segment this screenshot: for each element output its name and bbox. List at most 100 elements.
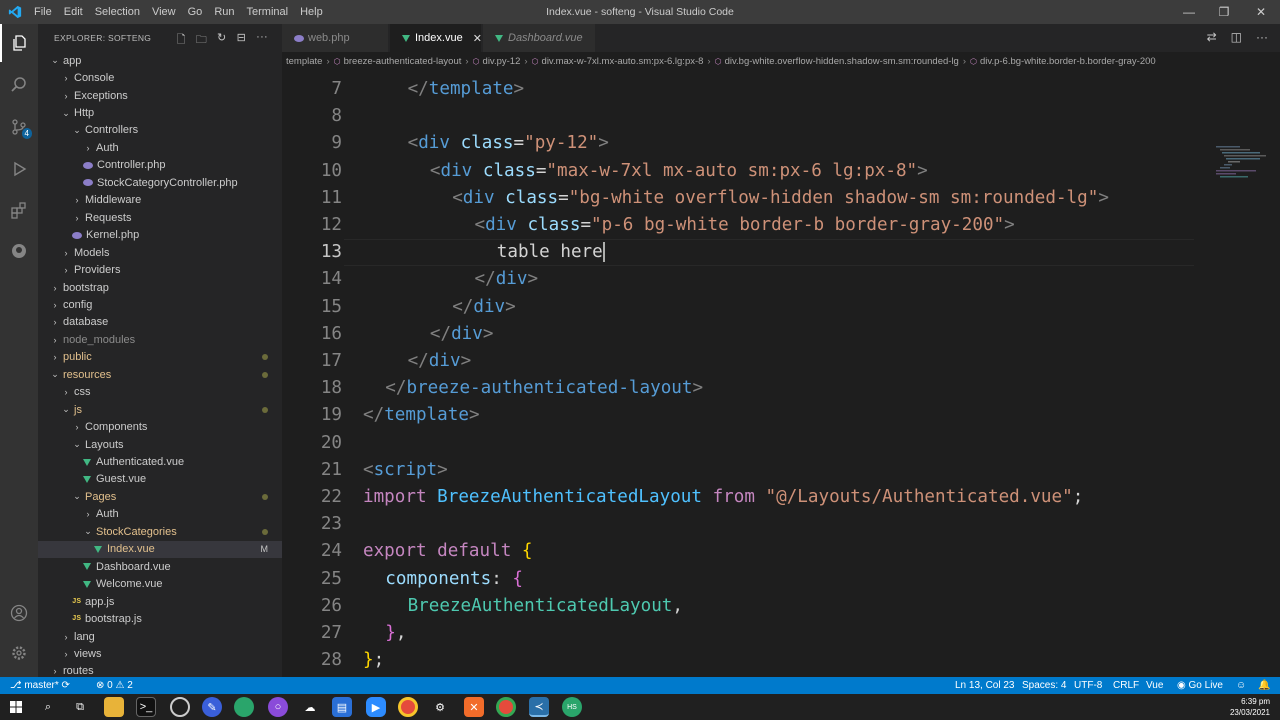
tree-item[interactable]: JS app.js xyxy=(38,593,282,610)
maximize-button[interactable]: ❐ xyxy=(1207,0,1241,24)
settings-gear-icon[interactable] xyxy=(0,634,38,672)
tree-item[interactable]: › css xyxy=(38,384,282,401)
source-control-icon[interactable]: 4 xyxy=(0,108,38,146)
open-changes-icon[interactable]: ⇄ xyxy=(1207,30,1217,44)
tree-item[interactable]: › Providers xyxy=(38,261,282,278)
breadcrumb-item[interactable]: breeze-authenticated-layout xyxy=(344,56,462,67)
account-icon[interactable] xyxy=(0,594,38,632)
close-window-button[interactable]: ✕ xyxy=(1244,0,1278,24)
app-icon[interactable]: ○ xyxy=(268,697,288,717)
tree-item[interactable]: › bootstrap xyxy=(38,279,282,296)
explorer-icon[interactable] xyxy=(0,24,38,62)
menu-file[interactable]: File xyxy=(28,6,58,18)
encoding[interactable]: UTF-8 xyxy=(1074,677,1102,694)
tree-item[interactable]: › Models xyxy=(38,244,282,261)
breadcrumb-item[interactable]: div.max-w-7xl.mx-auto.sm:px-6.lg:px-8 xyxy=(542,56,704,67)
new-folder-icon[interactable]: 🗀 xyxy=(196,31,207,50)
tree-item[interactable]: ⌄ resources xyxy=(38,366,282,383)
menu-edit[interactable]: Edit xyxy=(58,6,89,18)
tab-dashboard-vue[interactable]: Dashboard.vue xyxy=(483,24,595,52)
vscode-taskbar-icon[interactable]: ≺ xyxy=(529,697,549,717)
menu-selection[interactable]: Selection xyxy=(89,6,146,18)
system-clock[interactable]: 6:39 pm 23/03/2021 xyxy=(1230,696,1270,718)
menu-terminal[interactable]: Terminal xyxy=(241,6,295,18)
tree-item[interactable]: › routes xyxy=(38,663,282,677)
tree-item[interactable]: Controller.php xyxy=(38,157,282,174)
windows-start-icon[interactable] xyxy=(6,697,26,717)
more-actions-icon[interactable]: ··· xyxy=(1256,30,1268,44)
tree-item[interactable]: ⌄ js xyxy=(38,401,282,418)
gitkraken-icon[interactable] xyxy=(234,697,254,717)
github-desktop-icon[interactable] xyxy=(170,697,190,717)
chrome-icon[interactable] xyxy=(398,697,418,717)
refresh-icon[interactable]: ↻ xyxy=(217,31,227,50)
tree-item[interactable]: › Middleware xyxy=(38,192,282,209)
tree-item[interactable]: › lang xyxy=(38,628,282,645)
tree-item[interactable]: › Requests xyxy=(38,209,282,226)
tree-item[interactable]: ⌄ Controllers xyxy=(38,122,282,139)
app-icon[interactable]: ⚙ xyxy=(430,697,450,717)
app-icon[interactable]: ☁ xyxy=(300,697,320,717)
menu-go[interactable]: Go xyxy=(182,6,209,18)
tree-item[interactable]: ⌄ Http xyxy=(38,104,282,121)
tree-item[interactable]: ⌄ Pages xyxy=(38,488,282,505)
more-actions-icon[interactable]: ··· xyxy=(256,31,268,50)
terminal-icon[interactable]: >_ xyxy=(136,697,156,717)
tree-item[interactable]: ⌄ Layouts xyxy=(38,436,282,453)
chrome-icon[interactable] xyxy=(496,697,516,717)
minimize-button[interactable]: — xyxy=(1172,0,1206,24)
feedback-icon[interactable]: ☺ xyxy=(1236,677,1246,694)
xampp-icon[interactable]: ✕ xyxy=(464,697,484,717)
search-icon[interactable] xyxy=(0,66,38,104)
split-editor-icon[interactable]: ◫ xyxy=(1231,30,1242,44)
tree-item[interactable]: ⌄ app xyxy=(38,52,282,69)
line-ending[interactable]: CRLF xyxy=(1113,677,1139,694)
tree-item[interactable]: › config xyxy=(38,296,282,313)
task-view-icon[interactable]: ⧉ xyxy=(70,697,90,717)
tree-item[interactable]: › Exceptions xyxy=(38,87,282,104)
taskbar-search-icon[interactable]: ⌕ xyxy=(38,697,58,717)
go-live-button[interactable]: ◉ Go Live xyxy=(1177,677,1223,694)
breadcrumb-item[interactable]: template xyxy=(286,56,322,67)
close-tab-icon[interactable]: ✕ xyxy=(473,32,482,45)
tree-item[interactable]: StockCategoryController.php xyxy=(38,174,282,191)
indentation[interactable]: Spaces: 4 xyxy=(1022,677,1066,694)
tree-item[interactable]: › Console xyxy=(38,69,282,86)
language-mode[interactable]: Vue xyxy=(1146,677,1163,694)
menu-help[interactable]: Help xyxy=(294,6,329,18)
run-debug-icon[interactable] xyxy=(0,150,38,188)
menu-view[interactable]: View xyxy=(146,6,182,18)
tree-item[interactable]: Welcome.vue xyxy=(38,576,282,593)
tree-item[interactable]: › views xyxy=(38,645,282,662)
extensions-icon[interactable] xyxy=(0,192,38,230)
tree-item[interactable]: ⌄ StockCategories xyxy=(38,523,282,540)
problems-indicator[interactable]: ⊗ 0 ⚠ 2 xyxy=(96,677,133,694)
tree-item[interactable]: Index.vue M xyxy=(38,540,282,558)
breadcrumb-item[interactable]: div.p-6.bg-white.border-b.border-gray-20… xyxy=(980,56,1156,67)
cursor-position[interactable]: Ln 13, Col 23 xyxy=(955,677,1015,694)
tab-web-php[interactable]: web.php xyxy=(282,24,388,52)
tree-item[interactable]: JS bootstrap.js xyxy=(38,610,282,627)
tree-item[interactable]: Authenticated.vue xyxy=(38,453,282,470)
tree-item[interactable]: › database xyxy=(38,314,282,331)
tree-item[interactable]: Dashboard.vue xyxy=(38,558,282,575)
tab-index-vue[interactable]: Index.vue ✕ xyxy=(390,24,482,52)
tree-item[interactable]: Guest.vue xyxy=(38,471,282,488)
breadcrumb-item[interactable]: div.bg-white.overflow-hidden.shadow-sm.s… xyxy=(725,56,959,67)
app-icon[interactable]: HS xyxy=(562,697,582,717)
tree-item[interactable]: › Auth xyxy=(38,139,282,156)
new-file-icon[interactable]: 🗋 xyxy=(177,31,186,50)
mail-icon[interactable]: ▤ xyxy=(332,697,352,717)
tree-item[interactable]: › node_modules xyxy=(38,331,282,348)
github-icon[interactable] xyxy=(0,232,38,270)
file-explorer-icon[interactable] xyxy=(104,697,124,717)
tree-item[interactable]: › public xyxy=(38,349,282,366)
git-branch[interactable]: ⎇ master* ⟳ xyxy=(10,677,70,694)
zoom-icon[interactable]: ▶ xyxy=(366,697,386,717)
breadcrumb-item[interactable]: div.py-12 xyxy=(483,56,521,67)
menu-run[interactable]: Run xyxy=(208,6,240,18)
collapse-all-icon[interactable]: ⊟ xyxy=(237,31,247,50)
code-editor[interactable]: 7 </template> 8 9 <div class="py-12"> 10 <div … xyxy=(282,70,1280,677)
tree-item[interactable]: › Components xyxy=(38,418,282,435)
tree-item[interactable]: › Auth xyxy=(38,506,282,523)
